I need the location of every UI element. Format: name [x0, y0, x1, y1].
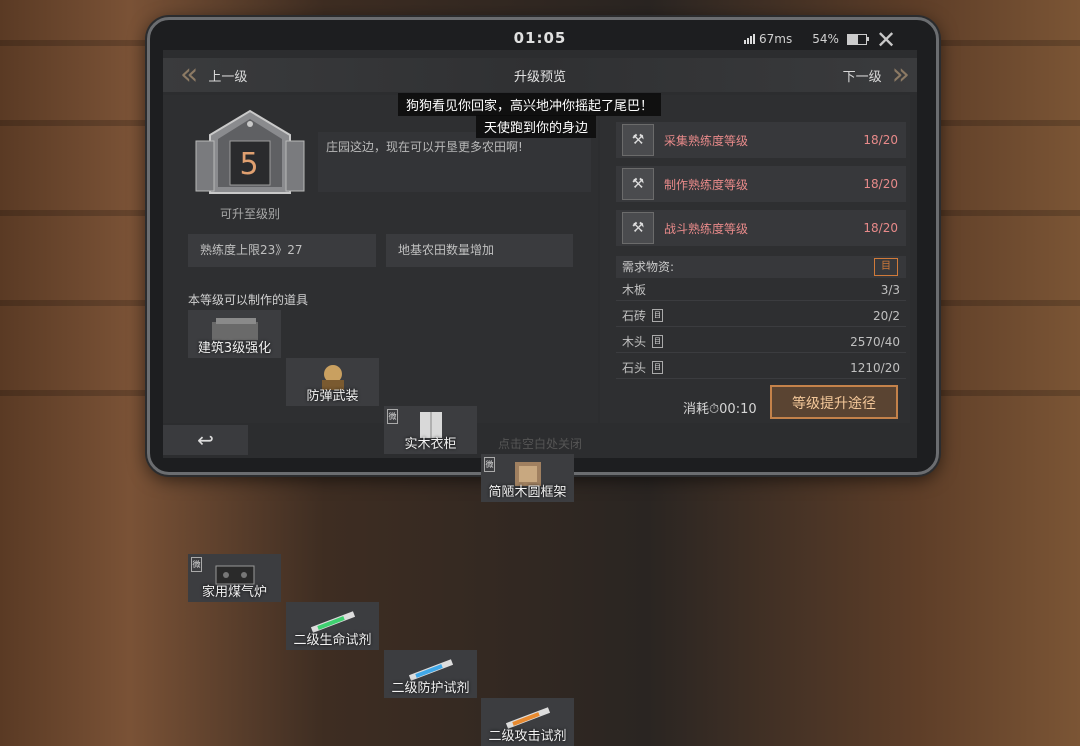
craft-item[interactable]: 微简陋木圆框架: [481, 454, 574, 502]
craft-item-name: 二级防护试剂: [391, 681, 470, 696]
chevron-right-icon: »: [891, 57, 910, 92]
prev-level-label: 上一级: [208, 69, 248, 85]
proficiency-value: 18/20: [863, 221, 898, 235]
skill-icon: ⚒: [622, 212, 654, 244]
tag-icon: 微: [484, 457, 495, 472]
craft-item-name: 简陋木圆框架: [488, 485, 567, 500]
page-title: 升级预览: [513, 70, 566, 85]
battery-icon: [846, 33, 869, 45]
requirement-row: 石砖目 20/2: [616, 305, 906, 327]
craft-item-name: 二级生命试剂: [293, 633, 372, 648]
requirements-title: 需求物资:: [622, 260, 675, 274]
upgrade-path-button[interactable]: 等级提升途径: [770, 385, 898, 419]
proficiency-value: 18/20: [863, 177, 898, 191]
skill-icon: ⚒: [622, 124, 654, 156]
requirement-row: 木头目 2570/40: [616, 331, 906, 353]
back-button[interactable]: ↩: [163, 425, 248, 455]
close-hint: 点击空白处关闭: [497, 437, 582, 451]
craft-item-name: 建筑3级强化: [197, 341, 272, 356]
craft-item[interactable]: 防弹武装: [286, 358, 379, 406]
requirement-value: 2570/40: [850, 335, 900, 349]
craft-item[interactable]: 微实木衣柜: [384, 406, 477, 454]
skill-icon: ⚒: [622, 168, 654, 200]
signal-icon: [744, 34, 755, 44]
proficiency-name: 制作熟练度等级: [664, 177, 749, 192]
proficiency-row: ⚒ 战斗熟练度等级 18/20: [616, 210, 906, 246]
requirement-value: 20/2: [873, 309, 900, 323]
tag-icon: 微: [387, 409, 398, 424]
requirement-row: 木板 3/3: [616, 279, 906, 301]
return-icon: ↩: [197, 428, 214, 452]
next-level-button[interactable]: 下一级 »: [800, 60, 910, 90]
proficiency-value: 18/20: [863, 133, 898, 147]
toast-message: 天使跑到你的身边: [476, 115, 597, 138]
proficiency-name: 战斗熟练度等级: [664, 221, 749, 236]
requirement-name: 木板: [622, 282, 647, 297]
requirement-name: 石砖: [622, 308, 647, 323]
storage-icon: 目: [652, 309, 664, 322]
next-level-label: 下一级: [842, 69, 882, 85]
status-bar: 67ms 54%: [744, 32, 869, 46]
requirement-value: 3/3: [880, 283, 900, 297]
toast-message: 狗狗看见你回家，高兴地冲你摇起了尾巴！: [398, 93, 662, 116]
craft-item-name: 家用煤气炉: [201, 585, 267, 600]
requirement-value: 1210/20: [850, 361, 900, 375]
bonus-proficiency-cap: 熟练度上限23》27: [188, 234, 376, 267]
craft-item[interactable]: 微家用煤气炉: [188, 554, 281, 602]
requirement-name: 木头: [622, 334, 647, 349]
chevron-left-icon: «: [180, 57, 199, 92]
craft-item-name: 防弹武装: [306, 389, 359, 404]
level-description: 庄园这边，现在可以开垦更多农田啊!: [318, 132, 591, 192]
level-caption: 可升至级别: [219, 207, 280, 221]
cost-text: 消耗⏱00:10: [683, 398, 757, 417]
storage-icon: 目: [652, 361, 664, 374]
storage-icon: 目: [652, 335, 664, 348]
requirement-name: 石头: [622, 360, 647, 375]
tag-icon: 微: [191, 557, 202, 572]
prev-level-button[interactable]: « 上一级: [180, 60, 290, 90]
proficiency-row: ⚒ 采集熟练度等级 18/20: [616, 122, 906, 158]
clock-icon: ⏱: [709, 402, 720, 417]
cost-label: 消耗: [683, 402, 710, 417]
ping-text: 67ms: [759, 32, 793, 46]
craft-item-name: 二级攻击试剂: [488, 729, 567, 744]
clock: 01:05: [513, 29, 567, 47]
craft-item[interactable]: 二级攻击试剂: [481, 698, 574, 746]
craft-item[interactable]: 二级防护试剂: [384, 650, 477, 698]
battery-text: 54%: [812, 32, 839, 46]
requirement-row: 石头目 1210/20: [616, 357, 906, 379]
requirements-info-button[interactable]: 目: [874, 258, 898, 276]
proficiency-name: 采集熟练度等级: [664, 133, 749, 148]
requirements-header: 需求物资:: [616, 256, 906, 278]
craft-item[interactable]: 二级生命试剂: [286, 602, 379, 650]
level-number: 5: [239, 147, 259, 182]
cost-time: 00:10: [719, 402, 757, 417]
proficiency-row: ⚒ 制作熟练度等级 18/20: [616, 166, 906, 202]
craft-item[interactable]: 建筑3级强化: [188, 310, 281, 358]
craft-item-name: 实木衣柜: [404, 437, 457, 452]
craft-section-title: 本等级可以制作的道具: [188, 293, 309, 307]
close-icon[interactable]: ✕: [872, 26, 900, 54]
bonus-farmland: 地基农田数量增加: [386, 234, 573, 267]
